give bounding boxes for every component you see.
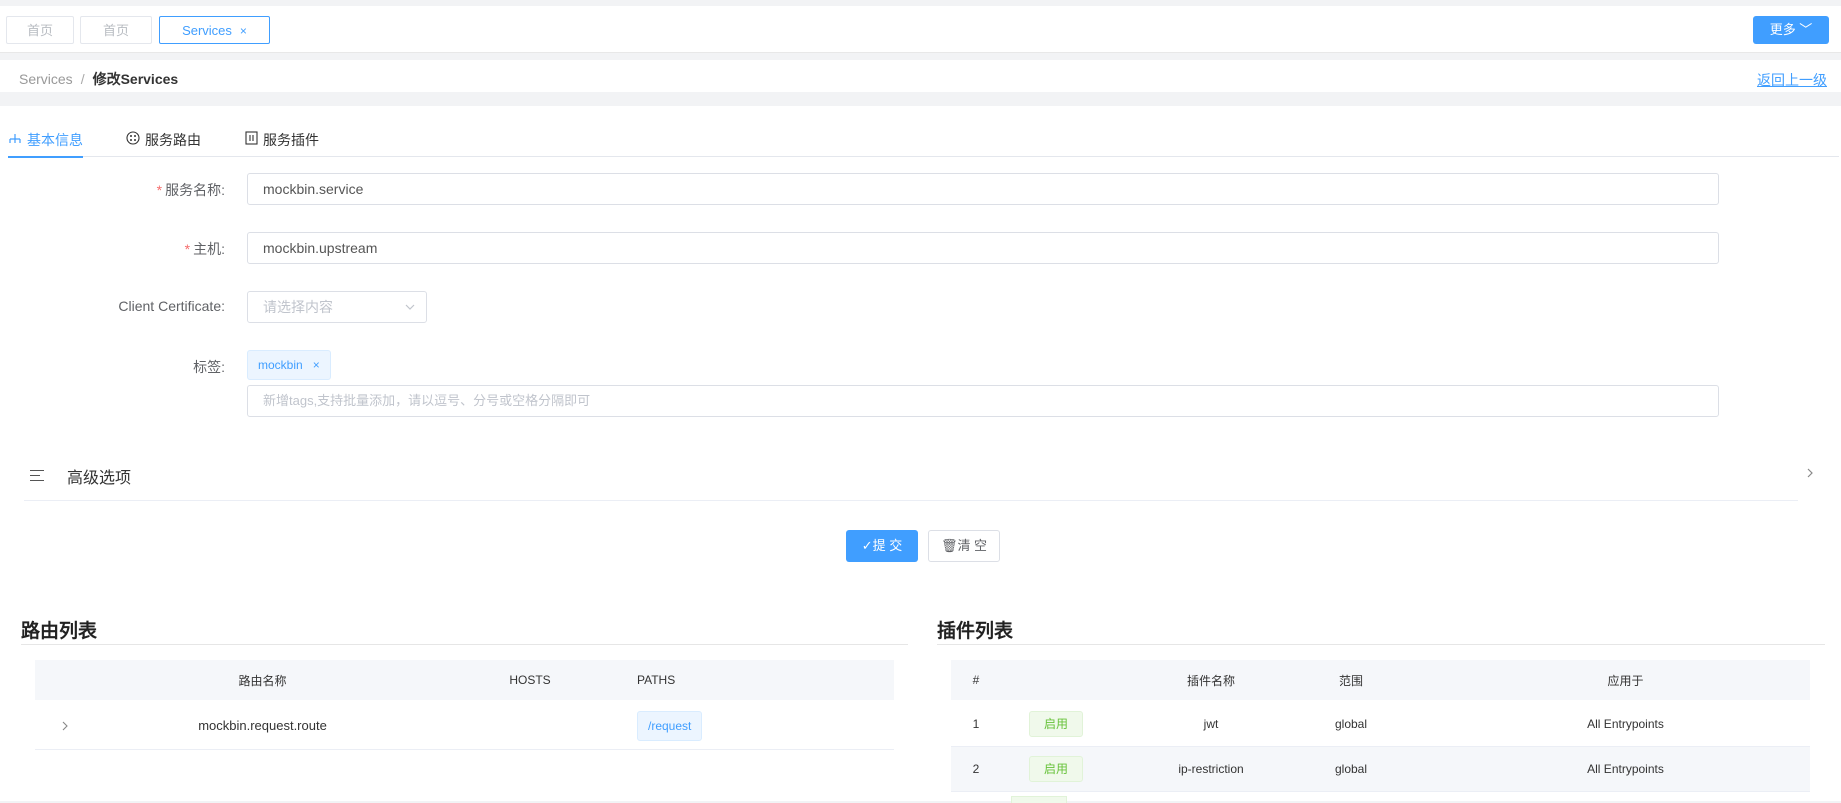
top-tab-label: 首页	[26, 23, 53, 38]
plugins-divider	[937, 644, 1825, 645]
breadcrumb-current: 修改Services	[92, 71, 179, 87]
host-label-text: 主机:	[193, 241, 225, 257]
column-header: 范围	[1338, 673, 1363, 688]
more-button[interactable]: 更多 ﹀	[1753, 16, 1829, 44]
route-name: mockbin.request.route	[198, 718, 327, 733]
breadcrumb: Services / 修改Services	[19, 69, 178, 89]
list-icon	[30, 470, 44, 485]
column-header: 应用于	[1607, 673, 1644, 688]
plugin-applies-to: All Entrypoints	[1587, 762, 1664, 776]
top-tab-label: 首页	[102, 23, 129, 38]
table-row: mockbin.request.route /request	[35, 702, 894, 750]
service-name-label-text: 服务名称:	[165, 182, 225, 198]
plugin-status: 启用	[1011, 702, 1101, 746]
top-tab-home-2[interactable]: 首页	[80, 16, 152, 44]
close-icon[interactable]: ×	[313, 358, 320, 372]
service-name-input[interactable]: mockbin.service	[247, 173, 1719, 205]
status-badge-partial	[1011, 796, 1067, 803]
tab-bar: 基本信息 服务路由 服务插件	[8, 106, 1839, 158]
plugins-table-header: # 插件名称 范围 应用于	[951, 660, 1810, 700]
back-link[interactable]: 返回上一级	[1757, 70, 1827, 90]
breadcrumb-bar: Services / 修改Services 返回上一级	[0, 60, 1841, 104]
tags-label: 标签:	[193, 359, 225, 375]
status-badge: 启用	[1029, 756, 1083, 782]
table-row: 2 启用 ip-restriction global All Entrypoin…	[951, 747, 1810, 792]
host-input[interactable]: mockbin.upstream	[247, 232, 1719, 264]
tab-service-plugins[interactable]: 服务插件	[245, 130, 319, 156]
service-name-label: * 服务名称:	[0, 180, 225, 200]
plugin-index: 2	[972, 762, 980, 776]
chevron-down-icon	[404, 292, 416, 333]
tab-service-routes[interactable]: 服务路由	[126, 130, 201, 156]
plugin-scope: global	[1334, 717, 1368, 731]
routes-table-header: 路由名称 HOSTS PATHS	[35, 660, 894, 700]
breadcrumb-separator: /	[80, 71, 85, 87]
column-header: 路由名称	[238, 673, 287, 688]
route-hosts	[455, 702, 605, 749]
top-tab-services[interactable]: Services ×	[159, 16, 270, 44]
required-mark: *	[184, 241, 191, 257]
top-tab-home-1[interactable]: 首页	[6, 16, 74, 44]
routes-divider	[21, 644, 908, 645]
close-icon[interactable]: ×	[240, 24, 247, 38]
path-tag: /request	[637, 710, 703, 741]
clear-button[interactable]: 🗑清 空	[928, 530, 1000, 562]
submit-button[interactable]: ✓提 交	[846, 530, 918, 562]
column-header: HOSTS	[509, 673, 551, 687]
route-paths: /request	[637, 702, 787, 749]
chevron-right-icon	[1806, 466, 1814, 483]
client-certificate-select[interactable]: 请选择内容	[247, 291, 427, 323]
tab-label: 基本信息	[27, 132, 83, 148]
column-header	[1011, 660, 1101, 700]
breadcrumb-root[interactable]: Services	[19, 71, 73, 87]
select-placeholder: 请选择内容	[263, 299, 333, 315]
status-badge: 启用	[1029, 711, 1083, 737]
sitemap-icon	[8, 133, 22, 148]
tag-mockbin: mockbin ×	[247, 350, 331, 380]
tags-input[interactable]: 新增tags,支持批量添加，请以逗号、分号或空格分隔即可	[247, 385, 1719, 417]
host-label: * 主机:	[0, 239, 225, 259]
tab-label: 服务插件	[263, 132, 319, 148]
route-icon	[126, 131, 140, 148]
routes-title: 路由列表	[21, 621, 98, 642]
tab-label: 服务路由	[145, 132, 201, 148]
plugin-applies-to: All Entrypoints	[1587, 717, 1664, 731]
required-mark: *	[156, 182, 163, 198]
advanced-options-label: 高级选项	[67, 470, 132, 487]
table-row: 1 启用 jwt global All Entrypoints	[951, 702, 1810, 747]
plugin-icon	[245, 131, 258, 148]
plugin-index: 1	[972, 717, 980, 731]
tag-label: mockbin	[258, 358, 303, 372]
advanced-options-collapse[interactable]: 高级选项	[24, 452, 1813, 501]
plugins-title: 插件列表	[937, 621, 1014, 642]
top-tab-bar: 首页 首页 Services × 更多 ﹀	[0, 6, 1841, 53]
top-tab-label: Services	[182, 23, 232, 38]
chevron-right-icon[interactable]	[35, 702, 95, 749]
tab-basic-info[interactable]: 基本信息	[8, 130, 83, 158]
column-header: PATHS	[637, 673, 676, 687]
plugin-status: 启用	[1011, 747, 1101, 791]
column-header: #	[972, 673, 980, 687]
plugin-scope: global	[1334, 762, 1368, 776]
client-certificate-label: Client Certificate:	[118, 298, 225, 314]
main-panel: 基本信息 服务路由 服务插件 * 服务名称: mockbin.service * 主…	[0, 106, 1841, 803]
